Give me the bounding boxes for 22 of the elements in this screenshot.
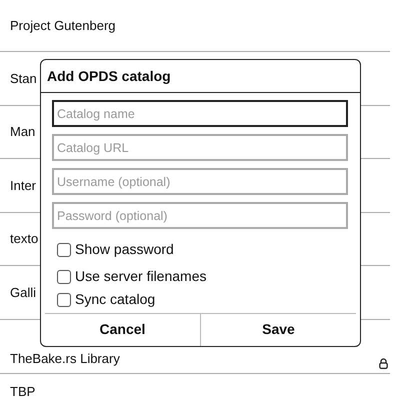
checkbox[interactable] [57, 270, 71, 284]
checkbox-label[interactable]: Use server filenames [75, 266, 206, 287]
catalog-name[interactable]: Man [10, 122, 36, 142]
checkbox[interactable] [57, 292, 71, 306]
cancel-button[interactable]: Cancel [45, 314, 200, 346]
text-field[interactable]: Password (optional) [52, 202, 348, 229]
catalog-name[interactable]: texto [10, 229, 38, 249]
catalog-name[interactable]: Galli [10, 282, 36, 302]
catalog-name[interactable]: TheBake.rs Library [10, 349, 120, 369]
text-field[interactable]: Username (optional) [52, 168, 348, 195]
dialog-title: Add OPDS catalog [41, 60, 360, 93]
checkbox-label[interactable]: Sync catalog [75, 289, 156, 310]
text-field[interactable]: Catalog name [52, 100, 348, 127]
catalog-name[interactable]: Stan [10, 68, 37, 88]
checkbox[interactable] [57, 242, 71, 256]
catalog-name[interactable]: TBP [10, 384, 36, 398]
catalog-name[interactable]: Project Gutenberg [10, 16, 116, 36]
catalog-name[interactable]: Inter [10, 176, 36, 196]
save-button[interactable]: Save [200, 314, 356, 346]
checkbox-label[interactable]: Show password [75, 239, 174, 260]
text-field[interactable]: Catalog URL [52, 134, 348, 161]
lock-icon [379, 358, 388, 369]
